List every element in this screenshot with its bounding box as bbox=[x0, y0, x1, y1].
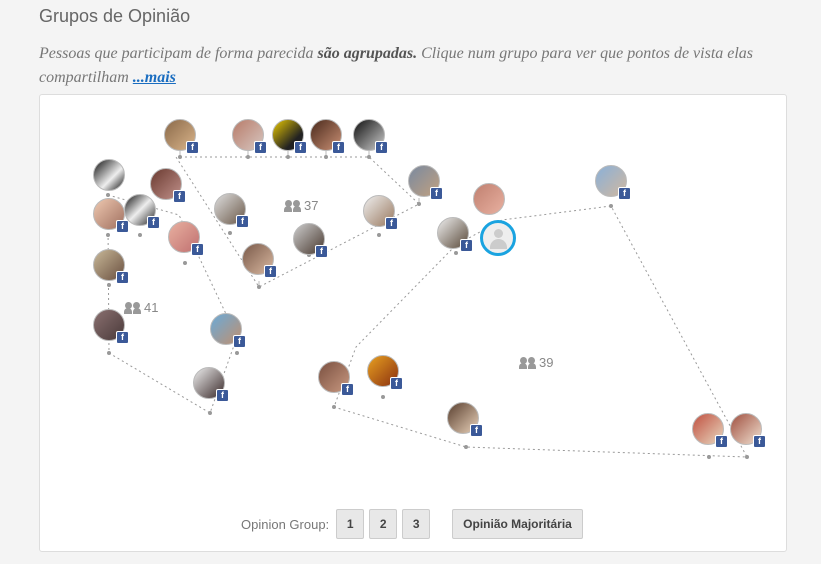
facebook-badge-icon: f bbox=[390, 377, 403, 390]
facebook-badge-icon: f bbox=[116, 331, 129, 344]
facebook-badge-icon: f bbox=[315, 245, 328, 258]
group-1-button[interactable]: 1 bbox=[336, 509, 365, 539]
self-avatar[interactable] bbox=[480, 220, 516, 256]
participant-avatar[interactable] bbox=[93, 159, 125, 191]
page-subtitle: Pessoas que participam de forma parecida… bbox=[39, 42, 799, 90]
majority-opinion-button[interactable]: Opinião Majoritária bbox=[452, 509, 583, 539]
hull-group-3 bbox=[333, 205, 748, 458]
facebook-badge-icon: f bbox=[116, 220, 129, 233]
subtitle-text-pre: Pessoas que participam de forma parecida bbox=[39, 45, 318, 62]
facebook-badge-icon: f bbox=[470, 424, 483, 437]
group-icon bbox=[124, 301, 141, 314]
opinion-groups-panel: f f f f f f f f f f f f f f f f f f f f … bbox=[39, 94, 787, 552]
facebook-badge-icon: f bbox=[430, 187, 443, 200]
subtitle-text-bold: são agrupadas. bbox=[317, 45, 418, 62]
group-3-button[interactable]: 3 bbox=[402, 509, 431, 539]
group-count-label: 37 bbox=[304, 198, 319, 213]
facebook-badge-icon: f bbox=[147, 216, 160, 229]
facebook-badge-icon: f bbox=[341, 383, 354, 396]
opinion-group-controls: Opinion Group: 1 2 3 Opinião Majoritária bbox=[241, 509, 583, 539]
facebook-badge-icon: f bbox=[233, 335, 246, 348]
group-3-count[interactable]: 39 bbox=[519, 355, 554, 370]
facebook-badge-icon: f bbox=[332, 141, 345, 154]
facebook-badge-icon: f bbox=[294, 141, 307, 154]
facebook-badge-icon: f bbox=[460, 239, 473, 252]
facebook-badge-icon: f bbox=[753, 435, 766, 448]
facebook-badge-icon: f bbox=[254, 141, 267, 154]
facebook-badge-icon: f bbox=[715, 435, 728, 448]
participant-avatar[interactable] bbox=[473, 183, 505, 215]
facebook-badge-icon: f bbox=[385, 217, 398, 230]
group-1-count[interactable]: 37 bbox=[284, 198, 319, 213]
group-count-label: 41 bbox=[144, 300, 159, 315]
page-title: Grupos de Opinião bbox=[39, 6, 191, 26]
facebook-badge-icon: f bbox=[173, 190, 186, 203]
facebook-badge-icon: f bbox=[216, 389, 229, 402]
opinion-group-label: Opinion Group: bbox=[241, 516, 330, 532]
group-icon bbox=[284, 199, 301, 212]
facebook-badge-icon: f bbox=[618, 187, 631, 200]
facebook-badge-icon: f bbox=[191, 243, 204, 256]
group-hulls bbox=[106, 151, 749, 459]
group-2-button[interactable]: 2 bbox=[369, 509, 398, 539]
facebook-badge-icon: f bbox=[264, 265, 277, 278]
more-link[interactable]: ...mais bbox=[133, 69, 176, 86]
group-2-count[interactable]: 41 bbox=[124, 300, 159, 315]
facebook-badge-icon: f bbox=[116, 271, 129, 284]
facebook-badge-icon: f bbox=[375, 141, 388, 154]
group-count-label: 39 bbox=[539, 355, 554, 370]
facebook-badge-icon: f bbox=[186, 141, 199, 154]
facebook-badge-icon: f bbox=[236, 215, 249, 228]
group-icon bbox=[519, 356, 536, 369]
